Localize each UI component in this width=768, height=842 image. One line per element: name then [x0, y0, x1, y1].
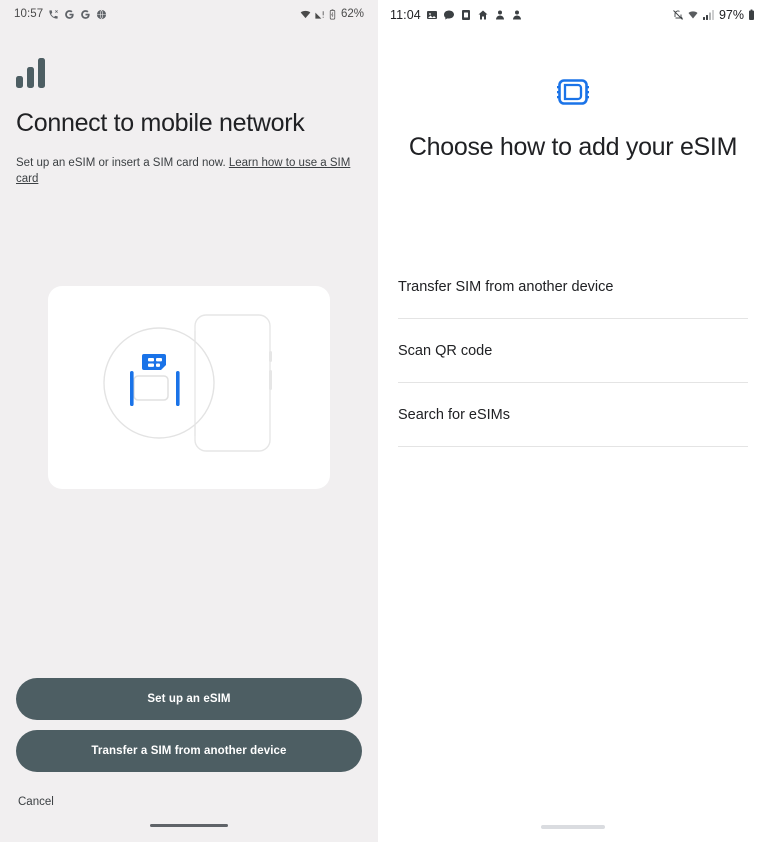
option-search-esims[interactable]: Search for eSIMs [398, 383, 748, 447]
esim-chip-icon [557, 78, 589, 111]
page-description: Set up an eSIM or insert a SIM card now.… [16, 155, 362, 188]
person-icon [511, 9, 523, 21]
esim-chip-icon-wrapper [378, 78, 768, 111]
google-g-icon [64, 9, 75, 20]
sim-tray-phone-illustration [48, 286, 330, 490]
globe-icon [96, 9, 107, 20]
option-scan-qr[interactable]: Scan QR code [398, 319, 748, 383]
cellular-signal-icon [702, 9, 714, 21]
photo-icon [426, 9, 438, 21]
page-title: Choose how to add your eSIM [408, 133, 738, 161]
app-icon [460, 9, 472, 21]
person-icon [494, 9, 506, 21]
page-title: Connect to mobile network [16, 109, 305, 137]
navigation-bar-right [378, 812, 768, 842]
cellular-signal-icon [314, 9, 325, 20]
home-icon [477, 9, 489, 21]
dual-screenshot-container: 10:57 62% Connect to mobile network Set … [0, 0, 768, 842]
cancel-button[interactable]: Cancel [0, 782, 378, 808]
transfer-sim-button[interactable]: Transfer a SIM from another device [16, 730, 362, 772]
bell-muted-icon [672, 9, 684, 21]
gesture-pill[interactable] [541, 825, 605, 829]
status-bar-right-group: 62% [300, 8, 364, 20]
setup-esim-button[interactable]: Set up an eSIM [16, 678, 362, 720]
battery-icon [747, 9, 756, 21]
battery-percent-label: 62% [340, 8, 364, 20]
status-bar-left-group: 10:57 [14, 8, 107, 20]
chat-bubble-icon [443, 9, 455, 21]
action-buttons: Set up an eSIM Transfer a SIM from anoth… [0, 678, 378, 782]
phone-call-icon [48, 9, 59, 20]
navigation-bar-left [0, 808, 378, 842]
wifi-icon [687, 9, 699, 21]
status-bar-left: 10:57 62% [0, 0, 378, 28]
status-bar-left-group-right: 11:04 [390, 8, 523, 22]
option-transfer-sim[interactable]: Transfer SIM from another device [398, 255, 748, 319]
battery-icon [328, 8, 337, 20]
wifi-icon [300, 9, 311, 20]
left-phone-screen: 10:57 62% Connect to mobile network Set … [0, 0, 378, 842]
status-bar-right-screen: 11:04 97% [378, 0, 768, 30]
status-time: 11:04 [390, 8, 421, 22]
esim-options-list: Transfer SIM from another device Scan QR… [378, 255, 768, 447]
description-text: Set up an eSIM or insert a SIM card now. [16, 156, 226, 169]
right-phone-screen: 11:04 97% Choose how to add your eSIM Tr… [378, 0, 768, 842]
battery-percent-label: 97% [718, 8, 744, 22]
signal-bars-icon [16, 58, 362, 93]
illustration-area [16, 188, 362, 678]
gesture-pill[interactable] [150, 823, 228, 827]
status-time: 10:57 [14, 8, 44, 20]
google-g-icon [80, 9, 91, 20]
status-bar-right-group-right: 97% [672, 8, 756, 22]
left-content: Connect to mobile network Set up an eSIM… [0, 28, 378, 678]
